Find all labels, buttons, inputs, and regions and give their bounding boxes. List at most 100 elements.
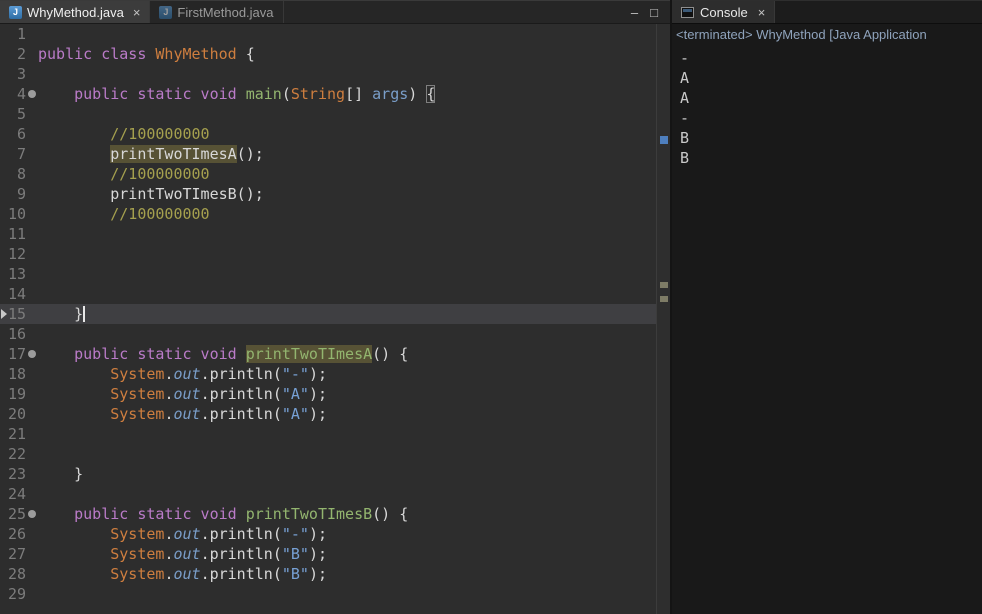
line-number[interactable]: 28 xyxy=(0,564,26,584)
line-number[interactable]: 4 xyxy=(0,84,26,104)
code-token: () { xyxy=(372,345,409,363)
line-number[interactable]: 2 xyxy=(0,44,26,64)
line-number[interactable]: 13 xyxy=(0,264,26,284)
overview-ruler[interactable] xyxy=(656,24,670,614)
line-number[interactable]: 17 xyxy=(0,344,26,364)
minimize-icon[interactable]: – xyxy=(631,6,638,19)
code-line[interactable]: 8 //100000000 xyxy=(0,164,656,184)
code-token: println xyxy=(209,565,273,583)
code-line[interactable]: 5 xyxy=(0,104,656,124)
line-number[interactable]: 29 xyxy=(0,584,26,604)
code-token: "A" xyxy=(281,405,309,423)
code-line[interactable]: 21 xyxy=(0,424,656,444)
code-line[interactable]: 3 xyxy=(0,64,656,84)
code-line[interactable]: 17 public static void printTwoTImesA() { xyxy=(0,344,656,364)
code-line[interactable]: 24 xyxy=(0,484,656,504)
line-number[interactable]: 24 xyxy=(0,484,26,504)
code-token: System xyxy=(110,385,165,403)
code-line[interactable]: 22 xyxy=(0,444,656,464)
code-line[interactable]: 25 public static void printTwoTImesB() { xyxy=(0,504,656,524)
line-number[interactable]: 18 xyxy=(0,364,26,384)
overview-mark-icon[interactable] xyxy=(660,282,668,288)
tab-console[interactable]: Console × xyxy=(672,1,776,23)
console-tab-bar: Console × xyxy=(672,0,982,24)
editor-tab[interactable]: J WhyMethod.java × xyxy=(0,1,151,23)
code-line[interactable]: 29 xyxy=(0,584,656,604)
code-line[interactable]: 28 System.out.println("B"); xyxy=(0,564,656,584)
console-icon xyxy=(681,6,694,18)
overview-mark-icon[interactable] xyxy=(660,296,668,302)
fold-marker-icon[interactable] xyxy=(28,510,36,518)
maximize-icon[interactable]: □ xyxy=(650,6,658,19)
code-token: println xyxy=(209,545,273,563)
line-number[interactable]: 10 xyxy=(0,204,26,224)
line-number[interactable]: 22 xyxy=(0,444,26,464)
overview-mark-icon[interactable] xyxy=(660,136,668,144)
code-line[interactable]: 13 xyxy=(0,264,656,284)
tab-close-icon[interactable]: × xyxy=(758,5,766,20)
line-number[interactable]: 27 xyxy=(0,544,26,564)
line-number[interactable]: 20 xyxy=(0,404,26,424)
line-number[interactable]: 26 xyxy=(0,524,26,544)
line-number[interactable]: 12 xyxy=(0,244,26,264)
line-number[interactable]: 3 xyxy=(0,64,26,84)
code-token: out xyxy=(173,405,201,423)
line-number[interactable]: 19 xyxy=(0,384,26,404)
code-line[interactable]: 12 xyxy=(0,244,656,264)
line-number[interactable]: 7 xyxy=(0,144,26,164)
line-number[interactable]: 5 xyxy=(0,104,26,124)
line-number[interactable]: 9 xyxy=(0,184,26,204)
line-number[interactable]: 8 xyxy=(0,164,26,184)
fold-marker-icon[interactable] xyxy=(28,90,36,98)
code-line[interactable]: 2 public class WhyMethod { xyxy=(0,44,656,64)
code-text: public class WhyMethod { xyxy=(38,44,656,64)
code-line[interactable]: 15 } xyxy=(0,304,656,324)
fold-column xyxy=(26,164,38,184)
line-number[interactable]: 14 xyxy=(0,284,26,304)
code-token: ); xyxy=(308,525,327,543)
line-number[interactable]: 11 xyxy=(0,224,26,244)
line-number[interactable]: 23 xyxy=(0,464,26,484)
code-token: ( xyxy=(272,525,282,543)
code-line[interactable]: 11 xyxy=(0,224,656,244)
code-line[interactable]: 23 } xyxy=(0,464,656,484)
code-line[interactable]: 6 //100000000 xyxy=(0,124,656,144)
code-line[interactable]: 1 xyxy=(0,24,656,44)
code-line[interactable]: 14 xyxy=(0,284,656,304)
code-token: printTwoTImesB(); xyxy=(110,185,264,203)
code-line[interactable]: 4 public static void main(String[] args)… xyxy=(0,84,656,104)
editor-lines: 1 2 public class WhyMethod { 3 4 public stat… xyxy=(0,24,656,614)
code-line[interactable]: 16 xyxy=(0,324,656,344)
code-line[interactable]: 18 System.out.println("-"); xyxy=(0,364,656,384)
code-line[interactable]: 26 System.out.println("-"); xyxy=(0,524,656,544)
console-output[interactable]: - AA - BB xyxy=(672,46,982,614)
line-number[interactable]: 25 xyxy=(0,504,26,524)
code-line[interactable]: 27 System.out.println("B"); xyxy=(0,544,656,564)
fold-column xyxy=(26,584,38,604)
code-line[interactable]: 9 printTwoTImesB(); xyxy=(0,184,656,204)
current-line-marker-icon xyxy=(1,309,7,319)
code-token: ) xyxy=(408,85,427,103)
console-line: A xyxy=(680,89,690,107)
fold-marker-icon[interactable] xyxy=(28,350,36,358)
editor-tab[interactable]: J FirstMethod.java xyxy=(150,1,284,23)
code-line[interactable]: 19 System.out.println("A"); xyxy=(0,384,656,404)
code-text: System.out.println("B"); xyxy=(38,564,656,584)
code-token: "-" xyxy=(281,525,309,543)
code-line[interactable]: 20 System.out.println("A"); xyxy=(0,404,656,424)
code-line[interactable]: 7 printTwoTImesA(); xyxy=(0,144,656,164)
code-token: System xyxy=(110,565,165,583)
line-number[interactable]: 21 xyxy=(0,424,26,444)
code-token: public static void xyxy=(74,345,246,363)
code-line[interactable]: 10 //100000000 xyxy=(0,204,656,224)
line-number[interactable]: 1 xyxy=(0,24,26,44)
line-number[interactable]: 16 xyxy=(0,324,26,344)
code-editor[interactable]: 1 2 public class WhyMethod { 3 4 public stat… xyxy=(0,24,670,614)
tab-close-icon[interactable]: × xyxy=(133,5,141,20)
code-text: printTwoTImesB(); xyxy=(38,184,656,204)
line-number[interactable]: 6 xyxy=(0,124,26,144)
code-token: "-" xyxy=(281,365,309,383)
